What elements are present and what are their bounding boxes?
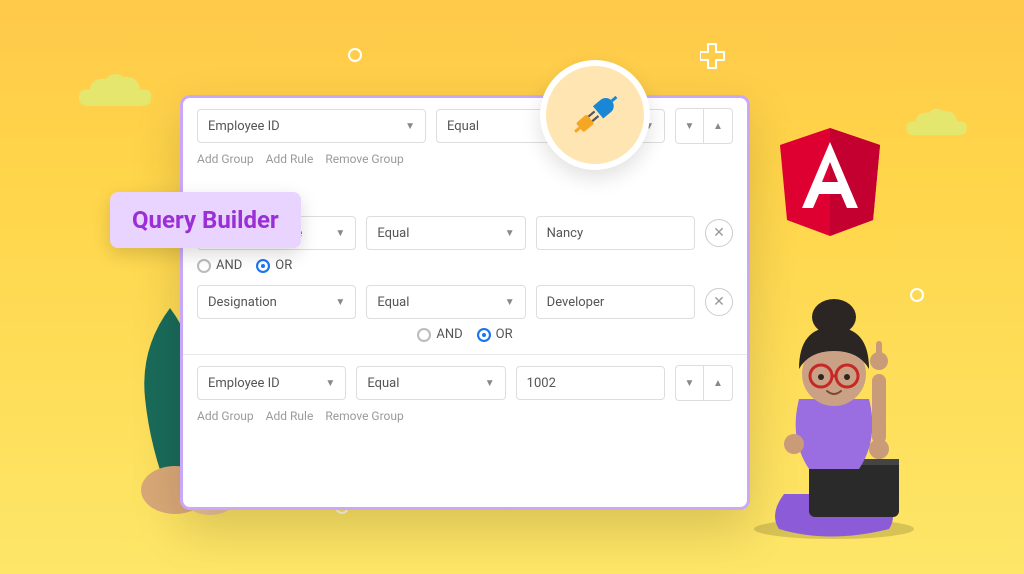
circle-decoration — [348, 48, 362, 62]
add-rule-link[interactable]: Add Rule — [266, 409, 314, 423]
query-builder-panel: Employee ID▼ Equal▼ ▼▲ Add Group Add Rul… — [180, 95, 750, 510]
add-group-link[interactable]: Add Group — [197, 152, 254, 166]
remove-group-link[interactable]: Remove Group — [325, 409, 403, 423]
chevron-up-icon[interactable]: ▲ — [704, 366, 732, 400]
chevron-down-icon: ▼ — [505, 228, 515, 239]
chevron-down-icon: ▼ — [335, 297, 345, 308]
cloud-decoration — [899, 105, 974, 143]
radio-icon — [477, 328, 491, 342]
field-value: Employee ID — [208, 376, 280, 391]
chevron-down-icon: ▼ — [405, 121, 415, 132]
radio-label: AND — [216, 258, 242, 273]
chevron-down-icon: ▼ — [485, 378, 495, 389]
remove-rule-button[interactable]: ✕ — [705, 219, 733, 247]
value-stepper[interactable]: ▼▲ — [675, 365, 733, 401]
title-tag: Query Builder — [110, 192, 301, 248]
or-radio[interactable]: OR — [477, 327, 513, 342]
value-stepper[interactable]: ▼▲ — [675, 108, 733, 144]
value-input[interactable]: Nancy — [536, 216, 695, 250]
radio-icon — [417, 328, 431, 342]
value-text: 1002 — [527, 376, 556, 391]
plug-badge-icon — [540, 60, 650, 170]
operator-value: Equal — [447, 119, 479, 134]
value-input[interactable]: Developer — [536, 285, 695, 319]
operator-value: Equal — [377, 295, 409, 310]
field-select[interactable]: Employee ID ▼ — [197, 109, 426, 143]
character-illustration — [739, 279, 929, 539]
plus-outline-decoration — [700, 40, 732, 72]
radio-label: OR — [275, 258, 292, 273]
chevron-down-icon[interactable]: ▼ — [676, 366, 704, 400]
radio-icon — [256, 259, 270, 273]
radio-label: OR — [496, 327, 513, 342]
chevron-down-icon: ▼ — [505, 297, 515, 308]
field-select[interactable]: Designation ▼ — [197, 285, 356, 319]
radio-label: AND — [436, 327, 462, 342]
value-text: Nancy — [547, 226, 583, 241]
chevron-down-icon[interactable]: ▼ — [676, 109, 704, 143]
chevron-up-icon[interactable]: ▲ — [704, 109, 732, 143]
close-icon: ✕ — [713, 294, 725, 310]
add-rule-link[interactable]: Add Rule — [266, 152, 314, 166]
value-input[interactable]: 1002 — [516, 366, 665, 400]
remove-group-link[interactable]: Remove Group — [325, 152, 403, 166]
close-icon: ✕ — [713, 225, 725, 241]
cloud-decoration — [70, 70, 160, 115]
remove-rule-button[interactable]: ✕ — [705, 288, 733, 316]
add-group-link[interactable]: Add Group — [197, 409, 254, 423]
field-value: Employee ID — [208, 119, 280, 134]
chevron-down-icon: ▼ — [325, 378, 335, 389]
radio-icon — [197, 259, 211, 273]
operator-value: Equal — [367, 376, 399, 391]
operator-select[interactable]: Equal ▼ — [366, 285, 525, 319]
and-radio[interactable]: AND — [417, 327, 462, 342]
field-select[interactable]: Employee ID ▼ — [197, 366, 346, 400]
operator-select[interactable]: Equal ▼ — [366, 216, 525, 250]
chevron-down-icon: ▼ — [335, 228, 345, 239]
divider — [183, 354, 747, 355]
operator-select[interactable]: Equal ▼ — [356, 366, 505, 400]
and-radio[interactable]: AND — [197, 258, 242, 273]
or-radio[interactable]: OR — [256, 258, 292, 273]
angular-logo — [780, 128, 880, 236]
field-value: Designation — [208, 295, 277, 310]
value-text: Developer — [547, 295, 605, 310]
operator-value: Equal — [377, 226, 409, 241]
